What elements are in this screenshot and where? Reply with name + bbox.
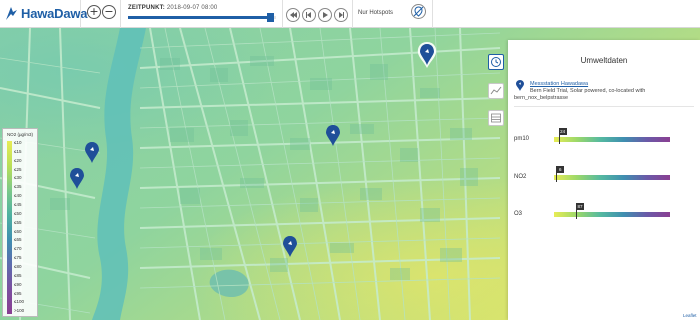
logo-icon [6, 7, 17, 20]
next-icon [339, 12, 344, 18]
play-button[interactable] [318, 8, 332, 22]
leaflet-attribution[interactable]: Leaflet [683, 313, 697, 318]
legend-tick: ≤85 [14, 272, 22, 278]
legend-tick: ≤55 [14, 219, 22, 225]
timestamp-display: ZEITPUNKT: 2018-09-07 08:00 [128, 5, 217, 11]
legend-ticks: ≤10 ≤15 ≤20 ≤25 ≤30 ≤35 ≤40 ≤45 ≤50 ≤55 ≤60 ≤65 ≤70 ≤… [14, 140, 25, 314]
legend-tick: ≤50 [14, 210, 22, 216]
metric-scale-bar [554, 175, 670, 180]
top-toolbar: HawaDawa + − ZEITPUNKT: 2018-09-07 08:00… [0, 0, 700, 28]
legend-tick: ≤60 [14, 228, 22, 234]
station-description: Bern Field Trial, Solar powered, co-loca… [530, 88, 646, 94]
metric-value-marker [576, 209, 578, 219]
clock-icon [491, 57, 501, 67]
time-slider[interactable] [128, 13, 276, 22]
metric-label: pm10 [514, 136, 530, 142]
divider [282, 0, 283, 28]
legend-tick: ≤90 [14, 281, 22, 287]
locate-button[interactable] [411, 4, 426, 19]
time-slider-handle[interactable] [267, 13, 275, 22]
metric-label: O3 [514, 211, 523, 217]
divider [432, 0, 433, 28]
metric-value-badge: 87 [576, 203, 585, 210]
panel-title: Umweltdaten [580, 56, 628, 65]
step-back-button[interactable] [286, 8, 300, 22]
legend-tick: ≤10 [14, 140, 22, 145]
metric-value-badge: 6 [556, 166, 565, 173]
legend-tick: ≤40 [14, 193, 22, 199]
zoom-in-button[interactable]: + [87, 5, 101, 19]
table-tab-button[interactable] [488, 110, 504, 126]
legend-tick: >100 [14, 308, 25, 314]
no-location-icon [413, 6, 424, 17]
legend-tick: ≤20 [14, 157, 22, 163]
legend-tick: ≤30 [14, 175, 22, 181]
metric-scale-bar [554, 137, 670, 142]
metric-scale-bar [554, 212, 670, 217]
legend-tick: ≤100 [14, 299, 24, 305]
timestamp-value: 2018-09-07 08:00 [166, 5, 218, 11]
legend-tick: ≤80 [14, 264, 22, 270]
no2-legend: NO2 (µg/m3) ≤10 ≤15 ≤20 ≤25 ≤30 ≤35 ≤40 ≤45 ≤50 ≤… [2, 128, 38, 317]
zoom-out-button[interactable]: − [102, 5, 116, 19]
legend-title: NO2 (µg/m3) [6, 132, 34, 137]
legend-tick: ≤65 [14, 237, 22, 243]
metric-value-marker [556, 172, 558, 182]
logo-text: HawaDawa [21, 6, 88, 21]
table-icon [491, 113, 501, 123]
line-chart-icon [490, 86, 502, 95]
timestamp-label: ZEITPUNKT: [128, 5, 165, 11]
legend-tick: ≤25 [14, 166, 22, 172]
hotspots-toggle[interactable]: Nur Hotspots [358, 10, 393, 16]
legend-tick: ≤15 [14, 148, 22, 154]
previous-icon [306, 12, 311, 18]
legend-color-scale [7, 141, 12, 314]
rewind-icon [290, 12, 297, 18]
station-link[interactable]: Messstation Hawadawa [530, 81, 588, 87]
play-icon [323, 12, 328, 18]
time-slider-fill [128, 16, 271, 19]
station-description-cont: bern_nox_belpstrasse [514, 95, 569, 101]
previous-button[interactable] [302, 8, 316, 22]
divider [80, 0, 81, 28]
legend-tick: ≤45 [14, 202, 22, 208]
legend-tick: ≤70 [14, 246, 22, 252]
divider [514, 106, 694, 107]
environment-data-panel: Umweltdaten Messstation Hawadawa Bern Fi… [508, 40, 700, 320]
divider [120, 0, 121, 28]
legend-tick: ≤95 [14, 290, 22, 296]
metric-label: NO2 [514, 174, 527, 180]
metric-value-marker [558, 134, 560, 144]
station-marker-icon [516, 80, 524, 91]
history-tab-button[interactable] [488, 54, 504, 70]
metric-value-badge: 24 [558, 128, 567, 135]
chart-tab-button[interactable] [488, 83, 504, 99]
divider [352, 0, 353, 28]
legend-tick: ≤35 [14, 184, 22, 190]
next-button[interactable] [334, 8, 348, 22]
legend-tick: ≤75 [14, 255, 22, 261]
